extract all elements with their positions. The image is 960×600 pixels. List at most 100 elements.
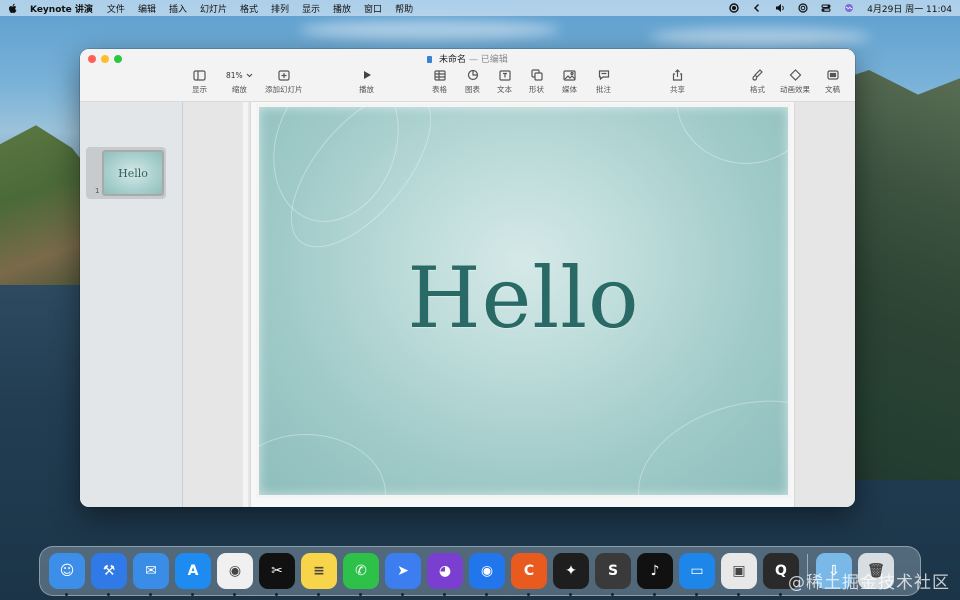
running-indicator bbox=[317, 593, 320, 596]
slide-title-text[interactable]: Hello bbox=[256, 249, 791, 347]
media-button[interactable]: 媒体 bbox=[562, 68, 577, 95]
running-indicator bbox=[695, 593, 698, 596]
menu-window[interactable]: 窗口 bbox=[364, 2, 382, 15]
running-indicator bbox=[569, 593, 572, 596]
text-box-icon bbox=[498, 68, 511, 82]
format-label: 格式 bbox=[750, 85, 765, 94]
mail-icon[interactable]: ✉ bbox=[133, 553, 169, 596]
menu-app-name[interactable]: Keynote 讲演 bbox=[30, 2, 93, 15]
sound-icon[interactable] bbox=[775, 3, 785, 13]
document-label: 文稿 bbox=[825, 85, 840, 94]
comment-label: 批注 bbox=[596, 85, 611, 94]
play-button[interactable]: 播放 bbox=[359, 68, 374, 95]
zoom-label: 缩放 bbox=[231, 85, 247, 94]
preview-icon[interactable]: ▣ bbox=[721, 553, 757, 596]
table-icon bbox=[433, 68, 446, 82]
animate-diamond-icon bbox=[789, 68, 802, 82]
view-label: 显示 bbox=[192, 85, 207, 94]
keynote-icon[interactable]: ▭ bbox=[679, 553, 715, 596]
wechat-icon[interactable]: ✆ bbox=[343, 553, 379, 596]
keynote-document-icon bbox=[427, 56, 433, 63]
running-indicator bbox=[485, 593, 488, 596]
sublime-text-icon[interactable]: S bbox=[595, 553, 631, 596]
tiktok-icon[interactable]: ♪ bbox=[637, 553, 673, 596]
window-toolbar: 未命名 — 已编辑 显示 81% 缩放 添加幻灯片 播放 表格 图表 文本 形状… bbox=[80, 49, 855, 102]
menu-help[interactable]: 帮助 bbox=[395, 2, 413, 15]
capcut-icon[interactable]: ✂ bbox=[259, 553, 295, 596]
maps-pin-icon[interactable]: ◉ bbox=[469, 553, 505, 596]
slide[interactable]: Hello bbox=[250, 102, 795, 507]
finder-icon[interactable]: ☺ bbox=[49, 553, 85, 596]
menu-arrange[interactable]: 排列 bbox=[271, 2, 289, 15]
chart-button[interactable]: 图表 bbox=[465, 68, 480, 95]
running-indicator bbox=[779, 593, 782, 596]
running-indicator bbox=[191, 593, 194, 596]
comment-icon bbox=[598, 68, 610, 82]
menu-edit[interactable]: 编辑 bbox=[138, 2, 156, 15]
slide-thumbnail-text: Hello bbox=[118, 166, 148, 180]
feishu-icon[interactable]: ➤ bbox=[385, 553, 421, 596]
keynote-window: 未命名 — 已编辑 显示 81% 缩放 添加幻灯片 播放 表格 图表 文本 形状… bbox=[80, 49, 855, 507]
notes-icon[interactable]: ≡ bbox=[301, 553, 337, 596]
play-label: 播放 bbox=[359, 85, 374, 94]
shape-label: 形状 bbox=[529, 85, 544, 94]
add-slide-icon bbox=[278, 68, 290, 82]
figma-icon[interactable]: ✦ bbox=[553, 553, 589, 596]
zoom-value: 81% bbox=[226, 70, 243, 80]
shape-icon bbox=[530, 68, 543, 82]
menu-clock[interactable]: 4月29日 周一 11:04 bbox=[867, 2, 952, 15]
zoom-button[interactable]: 81% 缩放 bbox=[226, 68, 253, 95]
watermark-text: @稀土掘金技术社区 bbox=[788, 573, 950, 593]
running-indicator bbox=[737, 593, 740, 596]
siri-icon[interactable] bbox=[844, 3, 854, 13]
slide-background: Hello bbox=[256, 104, 791, 498]
chevron-left-icon[interactable] bbox=[752, 3, 762, 13]
menu-view[interactable]: 显示 bbox=[302, 2, 320, 15]
menu-file[interactable]: 文件 bbox=[107, 2, 125, 15]
slide-canvas: Hello bbox=[183, 102, 855, 507]
window-title[interactable]: 未命名 — 已编辑 bbox=[80, 52, 855, 65]
view-button[interactable]: 显示 bbox=[192, 68, 207, 95]
menu-format[interactable]: 格式 bbox=[240, 2, 258, 15]
record-status-icon[interactable] bbox=[729, 3, 739, 13]
running-indicator bbox=[443, 593, 446, 596]
menu-play[interactable]: 播放 bbox=[333, 2, 351, 15]
document-button[interactable]: 文稿 bbox=[825, 68, 840, 95]
app-store-icon[interactable]: A bbox=[175, 553, 211, 596]
media-icon bbox=[563, 68, 576, 82]
menu-slide[interactable]: 幻灯片 bbox=[200, 2, 227, 15]
apple-logo-icon[interactable] bbox=[8, 3, 18, 14]
xcode-icon[interactable]: ⚒ bbox=[91, 553, 127, 596]
running-indicator bbox=[359, 593, 362, 596]
add-slide-label: 添加幻灯片 bbox=[265, 85, 303, 94]
share-label: 共享 bbox=[670, 85, 685, 94]
add-slide-button[interactable]: 添加幻灯片 bbox=[265, 68, 303, 95]
github-desktop-icon[interactable]: ◕ bbox=[427, 553, 463, 596]
format-button[interactable]: 格式 bbox=[750, 68, 765, 95]
menu-insert[interactable]: 插入 bbox=[169, 2, 187, 15]
running-indicator bbox=[275, 593, 278, 596]
sidebar-icon bbox=[193, 68, 206, 82]
control-center-icon[interactable] bbox=[821, 3, 831, 13]
focus-icon[interactable] bbox=[798, 3, 808, 13]
clion-icon[interactable]: C bbox=[511, 553, 547, 596]
slide-thumbnail[interactable]: Hello bbox=[102, 150, 164, 196]
chart-icon bbox=[467, 68, 479, 82]
chrome-icon[interactable]: ◉ bbox=[217, 553, 253, 596]
canvas-gutter bbox=[243, 102, 248, 507]
window-title-name: 未命名 bbox=[439, 55, 467, 65]
running-indicator bbox=[233, 593, 236, 596]
running-indicator bbox=[527, 593, 530, 596]
table-button[interactable]: 表格 bbox=[432, 68, 447, 95]
running-indicator bbox=[611, 593, 614, 596]
table-label: 表格 bbox=[432, 85, 447, 94]
document-inspector-icon bbox=[826, 68, 839, 82]
play-icon bbox=[362, 68, 372, 82]
comment-button[interactable]: 批注 bbox=[596, 68, 611, 95]
shape-button[interactable]: 形状 bbox=[529, 68, 544, 95]
animate-button[interactable]: 动画效果 bbox=[780, 68, 810, 95]
text-button[interactable]: 文本 bbox=[497, 68, 512, 95]
zoom-dropdown[interactable]: 81% bbox=[226, 68, 253, 82]
share-button[interactable]: 共享 bbox=[670, 68, 685, 95]
text-label: 文本 bbox=[497, 85, 512, 94]
